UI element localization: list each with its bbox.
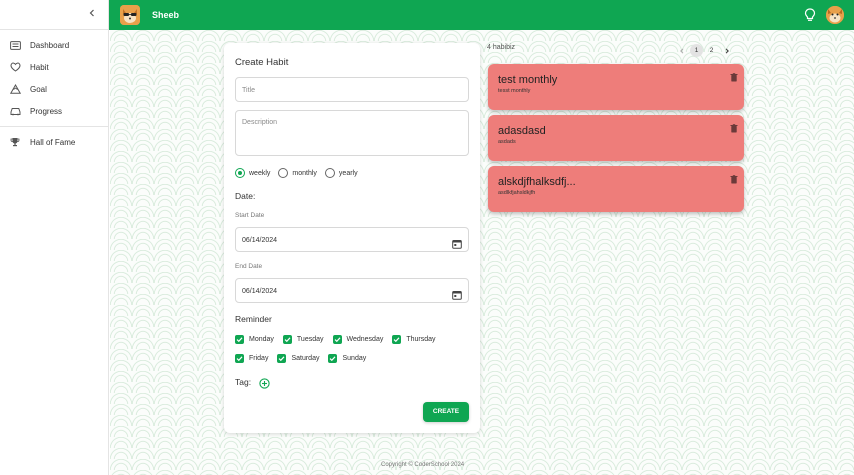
- checkbox-tuesday[interactable]: Tuesday: [282, 330, 324, 349]
- trash-icon[interactable]: [730, 171, 738, 184]
- end-date-field[interactable]: 06/14/2024: [235, 278, 469, 303]
- day-label: Friday: [249, 355, 269, 362]
- sidebar-item-label: Dashboard: [30, 40, 70, 50]
- checkbox-wednesday[interactable]: Wednesday: [332, 330, 384, 349]
- pagination: 1 2: [675, 44, 733, 57]
- checkbox-checked-icon: [277, 354, 287, 363]
- sidebar: Dashboard Habit Goal Progress Hall of Fa…: [0, 0, 109, 475]
- lightbulb-icon[interactable]: [802, 7, 818, 23]
- form-heading: Create Habit: [235, 57, 289, 68]
- checkbox-checked-icon: [328, 354, 338, 363]
- radio-monthly[interactable]: monthly: [278, 168, 317, 178]
- habit-count: 4 habibiz: [487, 44, 516, 51]
- sidebar-item-hall-of-fame[interactable]: Hall of Fame: [0, 131, 108, 153]
- end-date-label: End Date: [235, 263, 263, 270]
- habit-card[interactable]: test monthly tesst monthly: [488, 64, 744, 110]
- car-icon: [9, 105, 21, 117]
- habit-title: test monthly: [498, 74, 558, 86]
- mountain-icon: [9, 83, 21, 95]
- habit-title: adasdasd: [498, 125, 546, 137]
- radio-selected-icon: [235, 168, 245, 178]
- title-input[interactable]: Title: [235, 77, 469, 102]
- app-logo[interactable]: [120, 5, 140, 25]
- checkbox-monday[interactable]: Monday: [235, 330, 274, 349]
- checkbox-checked-icon: [235, 335, 244, 344]
- calendar-icon[interactable]: [452, 286, 462, 300]
- sidebar-header: [0, 0, 108, 30]
- day-label: Sunday: [342, 355, 367, 362]
- checkbox-checked-icon: [392, 335, 402, 344]
- trash-icon[interactable]: [730, 120, 738, 133]
- chevron-right-icon[interactable]: [720, 44, 733, 57]
- sidebar-item-goal[interactable]: Goal: [0, 78, 108, 100]
- heart-icon: [9, 61, 21, 73]
- radio-label: weekly: [249, 169, 271, 177]
- description-input[interactable]: Description: [235, 110, 469, 156]
- habit-title: alskdjfhalksdfj...: [498, 176, 576, 188]
- tag-label: Tag:: [235, 376, 252, 387]
- reminder-label: Reminder: [235, 314, 272, 324]
- create-button[interactable]: CREATE: [423, 402, 469, 422]
- frequency-radio-group: weekly monthly yearly: [235, 168, 469, 178]
- chevron-left-icon[interactable]: [675, 44, 688, 57]
- header-actions: [802, 6, 844, 24]
- date-label: Date:: [235, 191, 256, 201]
- radio-weekly[interactable]: weekly: [235, 168, 270, 178]
- checkbox-checked-icon: [235, 354, 244, 363]
- habit-description: asdads: [498, 139, 516, 145]
- sidebar-item-progress[interactable]: Progress: [0, 100, 108, 122]
- page-button[interactable]: 2: [705, 44, 718, 57]
- radio-unselected-icon: [324, 168, 335, 178]
- page-button[interactable]: 1: [690, 44, 703, 57]
- sidebar-item-label: Goal: [30, 84, 47, 94]
- sidebar-nav: Dashboard Habit Goal Progress Hall of Fa…: [0, 30, 108, 153]
- checkbox-saturday[interactable]: Saturday: [277, 349, 319, 368]
- sidebar-item-dashboard[interactable]: Dashboard: [0, 34, 108, 56]
- tag-row: Tag:: [235, 376, 469, 389]
- radio-label: monthly: [292, 169, 317, 177]
- sidebar-divider: [0, 126, 108, 127]
- day-label: Thursday: [406, 336, 436, 343]
- radio-unselected-icon: [278, 168, 289, 178]
- radio-label: yearly: [338, 169, 358, 177]
- checkbox-thursday[interactable]: Thursday: [392, 330, 436, 349]
- habit-card[interactable]: alskdjfhalksdfj... asdlkfjahsldkjfh: [488, 166, 744, 212]
- avatar[interactable]: [826, 6, 844, 24]
- start-date-value: 06/14/2024: [242, 237, 278, 244]
- checkbox-sunday[interactable]: Sunday: [328, 349, 366, 368]
- sidebar-item-label: Habit: [30, 62, 49, 72]
- copyright-text: Copyright © CoderSchool 2024: [381, 462, 465, 468]
- start-date-label: Start Date: [235, 212, 265, 219]
- habit-card[interactable]: adasdasd asdads: [488, 115, 744, 161]
- trophy-icon: [9, 136, 21, 148]
- checkbox-checked-icon: [332, 335, 342, 344]
- day-label: Tuesday: [296, 336, 324, 343]
- calendar-icon[interactable]: [452, 235, 462, 249]
- app-title: Sheeb: [152, 10, 180, 20]
- day-label: Monday: [249, 336, 274, 343]
- day-label: Wednesday: [346, 336, 384, 343]
- end-date-value: 06/14/2024: [242, 288, 278, 295]
- habit-description: asdlkfjahsldkjfh: [498, 190, 536, 196]
- app-header: Sheeb: [109, 0, 854, 30]
- sidebar-item-label: Progress: [30, 106, 63, 116]
- day-label: Saturday: [291, 355, 320, 362]
- radio-yearly[interactable]: yearly: [324, 168, 358, 178]
- reminder-days: Monday Tuesday Wednesday Thursday Friday…: [235, 330, 469, 368]
- create-habit-form: Create Habit Title Description weekly mo…: [224, 43, 480, 433]
- add-tag-icon[interactable]: [259, 376, 270, 389]
- trash-icon[interactable]: [730, 69, 738, 82]
- start-date-field[interactable]: 06/14/2024: [235, 227, 469, 252]
- dashboard-icon: [9, 39, 21, 51]
- sidebar-item-habit[interactable]: Habit: [0, 56, 108, 78]
- checkbox-friday[interactable]: Friday: [235, 349, 268, 368]
- checkbox-checked-icon: [282, 335, 292, 344]
- chevron-left-icon[interactable]: [85, 7, 99, 21]
- sidebar-item-label: Hall of Fame: [30, 137, 76, 147]
- habit-description: tesst monthly: [498, 88, 531, 94]
